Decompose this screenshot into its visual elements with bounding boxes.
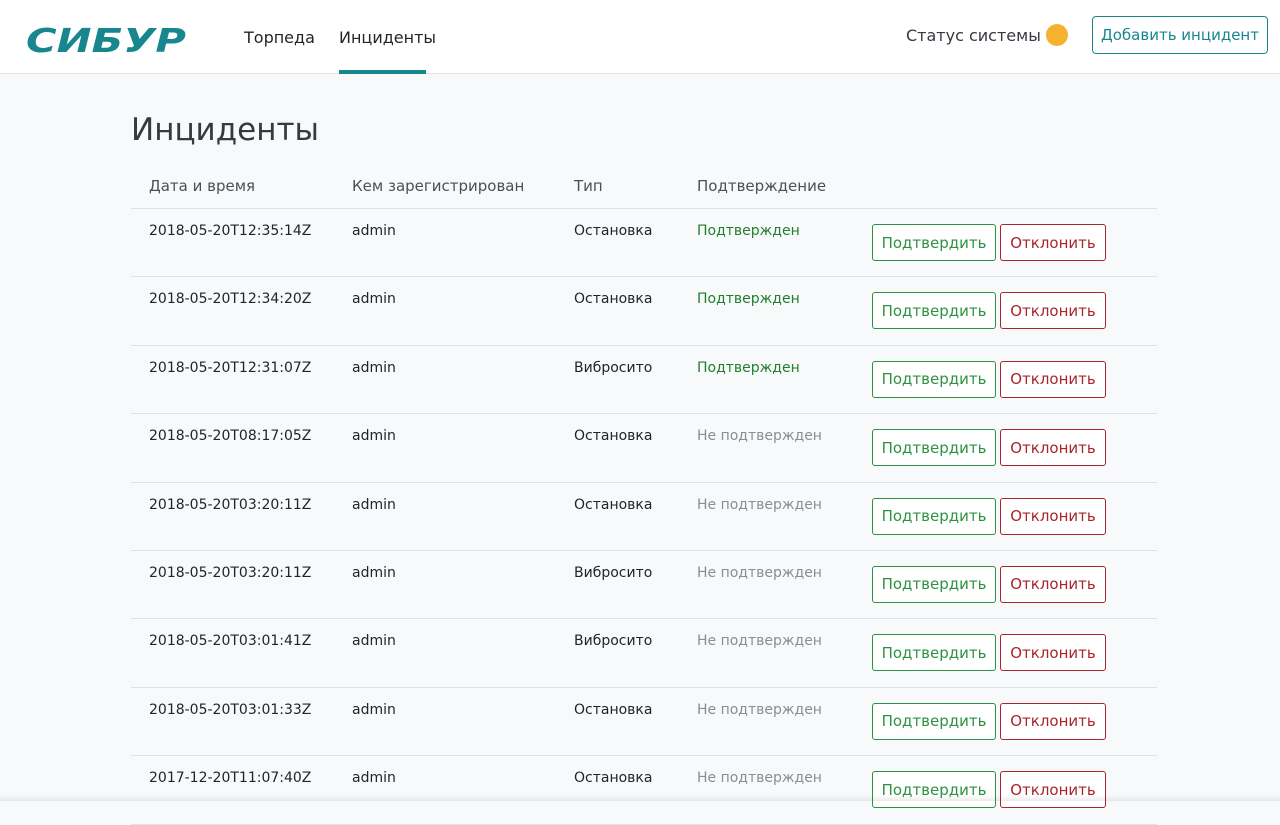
cell-type: Вибросито — [574, 633, 653, 650]
table-row: 2018-05-20T12:31:07Z admin Вибросито Подтве… — [131, 346, 1157, 415]
confirm-button[interactable]: Подтвердить — [872, 702, 996, 740]
cell-confirmation-status: Подтвержден — [697, 359, 800, 376]
cell-type: Остановка — [574, 428, 653, 445]
add-incident-button[interactable]: Добавить инцидент — [1092, 16, 1268, 54]
cell-datetime: 2018-05-20T12:31:07Z — [149, 359, 312, 376]
table-row: 2018-05-20T03:20:11Z admin Остановка Не под… — [131, 483, 1157, 551]
reject-button[interactable]: Отклонить — [1000, 497, 1106, 535]
cell-confirmation-status: Не подтвержден — [697, 770, 822, 787]
confirm-button[interactable]: Подтвердить — [872, 292, 996, 330]
table-row: 2018-05-20T03:01:41Z admin Вибросито Не под… — [131, 619, 1157, 688]
cell-confirmation-status: Не подтвержден — [697, 428, 822, 445]
active-nav-indicator — [339, 70, 426, 74]
cell-registered-by: admin — [352, 223, 396, 239]
top-navbar: СИБУР Торпеда Инциденты Статус системы Д… — [0, 0, 1280, 74]
table-row: 2018-05-20T03:01:33Z admin Остановка Не под… — [131, 688, 1157, 757]
column-header-confirmation: Подтверждение — [697, 177, 827, 195]
confirm-button[interactable]: Подтвердить — [872, 224, 996, 261]
reject-button[interactable]: Отклонить — [1000, 702, 1106, 740]
confirm-button[interactable]: Подтвердить — [872, 429, 996, 467]
table-row: 2018-05-20T03:20:11Z admin Вибросито Не под… — [131, 551, 1157, 620]
cell-registered-by: admin — [352, 770, 396, 787]
column-header-type: Тип — [574, 177, 603, 195]
nav-item-torpeda[interactable]: Торпеда — [244, 28, 315, 47]
cell-type: Остановка — [574, 701, 653, 718]
cell-datetime: 2018-05-20T12:34:20Z — [149, 291, 312, 308]
cell-datetime: 2018-05-20T03:01:33Z — [149, 701, 312, 718]
sibur-logo[interactable]: СИБУР — [22, 22, 190, 56]
nav-item-incidents[interactable]: Инциденты — [339, 28, 436, 47]
table-row: 2018-05-20T08:17:05Z admin Остановка Не под… — [131, 414, 1157, 483]
reject-button[interactable]: Отклонить — [1000, 771, 1106, 809]
reject-button[interactable]: Отклонить — [1000, 292, 1106, 330]
confirm-button[interactable]: Подтвердить — [872, 497, 996, 535]
cell-registered-by: admin — [352, 496, 396, 513]
cell-datetime: 2018-05-20T03:20:11Z — [149, 564, 312, 581]
sibur-logo-wordmark: СИБУР — [26, 22, 186, 56]
logo-text: СИБУР — [26, 22, 186, 56]
cell-datetime: 2018-05-20T03:01:41Z — [149, 633, 312, 650]
cell-registered-by: admin — [352, 291, 396, 308]
cell-type: Остановка — [574, 291, 653, 308]
cell-confirmation-status: Подтвержден — [697, 223, 800, 239]
reject-button[interactable]: Отклонить — [1000, 429, 1106, 467]
confirm-button[interactable]: Подтвердить — [872, 634, 996, 672]
confirm-button[interactable]: Подтвердить — [872, 771, 996, 809]
column-header-registered-by: Кем зарегистрирован — [352, 177, 525, 195]
reject-button[interactable]: Отклонить — [1000, 634, 1106, 672]
table-header: Дата и время Кем зарегистрирован Тип Под… — [131, 164, 1157, 209]
reject-button[interactable]: Отклонить — [1000, 224, 1106, 261]
table-row: 2017-12-20T11:07:40Z admin Остановка Не под… — [131, 756, 1157, 825]
table-row: 2018-05-20T12:34:20Z admin Остановка Подтве… — [131, 277, 1157, 346]
incidents-table-body: 2018-05-20T12:35:14Z admin Остановка Подтве… — [131, 209, 1157, 825]
page-title: Инциденты — [131, 112, 320, 148]
cell-datetime: 2017-12-20T11:07:40Z — [149, 770, 312, 787]
status-indicator-dot-icon — [1045, 24, 1068, 46]
cell-datetime: 2018-05-20T03:20:11Z — [149, 496, 312, 513]
cell-confirmation-status: Не подтвержден — [697, 633, 822, 650]
system-status: Статус системы — [906, 24, 1068, 46]
cell-confirmation-status: Не подтвержден — [697, 564, 822, 581]
confirm-button[interactable]: Подтвердить — [872, 565, 996, 603]
cell-registered-by: admin — [352, 359, 396, 376]
cell-confirmation-status: Подтвержден — [697, 291, 800, 308]
cell-type: Остановка — [574, 770, 653, 787]
cell-registered-by: admin — [352, 633, 396, 650]
cell-confirmation-status: Не подтвержден — [697, 496, 822, 513]
cell-type: Остановка — [574, 223, 653, 239]
cell-registered-by: admin — [352, 564, 396, 581]
table-row: 2018-05-20T12:35:14Z admin Остановка Подтве… — [131, 209, 1157, 278]
reject-button[interactable]: Отклонить — [1000, 565, 1106, 603]
cell-type: Вибросито — [574, 564, 653, 581]
cell-confirmation-status: Не подтвержден — [697, 701, 822, 718]
confirm-button[interactable]: Подтвердить — [872, 360, 996, 398]
cell-datetime: 2018-05-20T08:17:05Z — [149, 428, 312, 445]
column-header-datetime: Дата и время — [149, 177, 256, 195]
system-status-label: Статус системы — [906, 25, 1041, 45]
reject-button[interactable]: Отклонить — [1000, 360, 1106, 398]
cell-registered-by: admin — [352, 428, 396, 445]
cell-datetime: 2018-05-20T12:35:14Z — [149, 223, 312, 239]
cell-type: Остановка — [574, 496, 653, 513]
cell-registered-by: admin — [352, 701, 396, 718]
cell-type: Вибросито — [574, 359, 653, 376]
